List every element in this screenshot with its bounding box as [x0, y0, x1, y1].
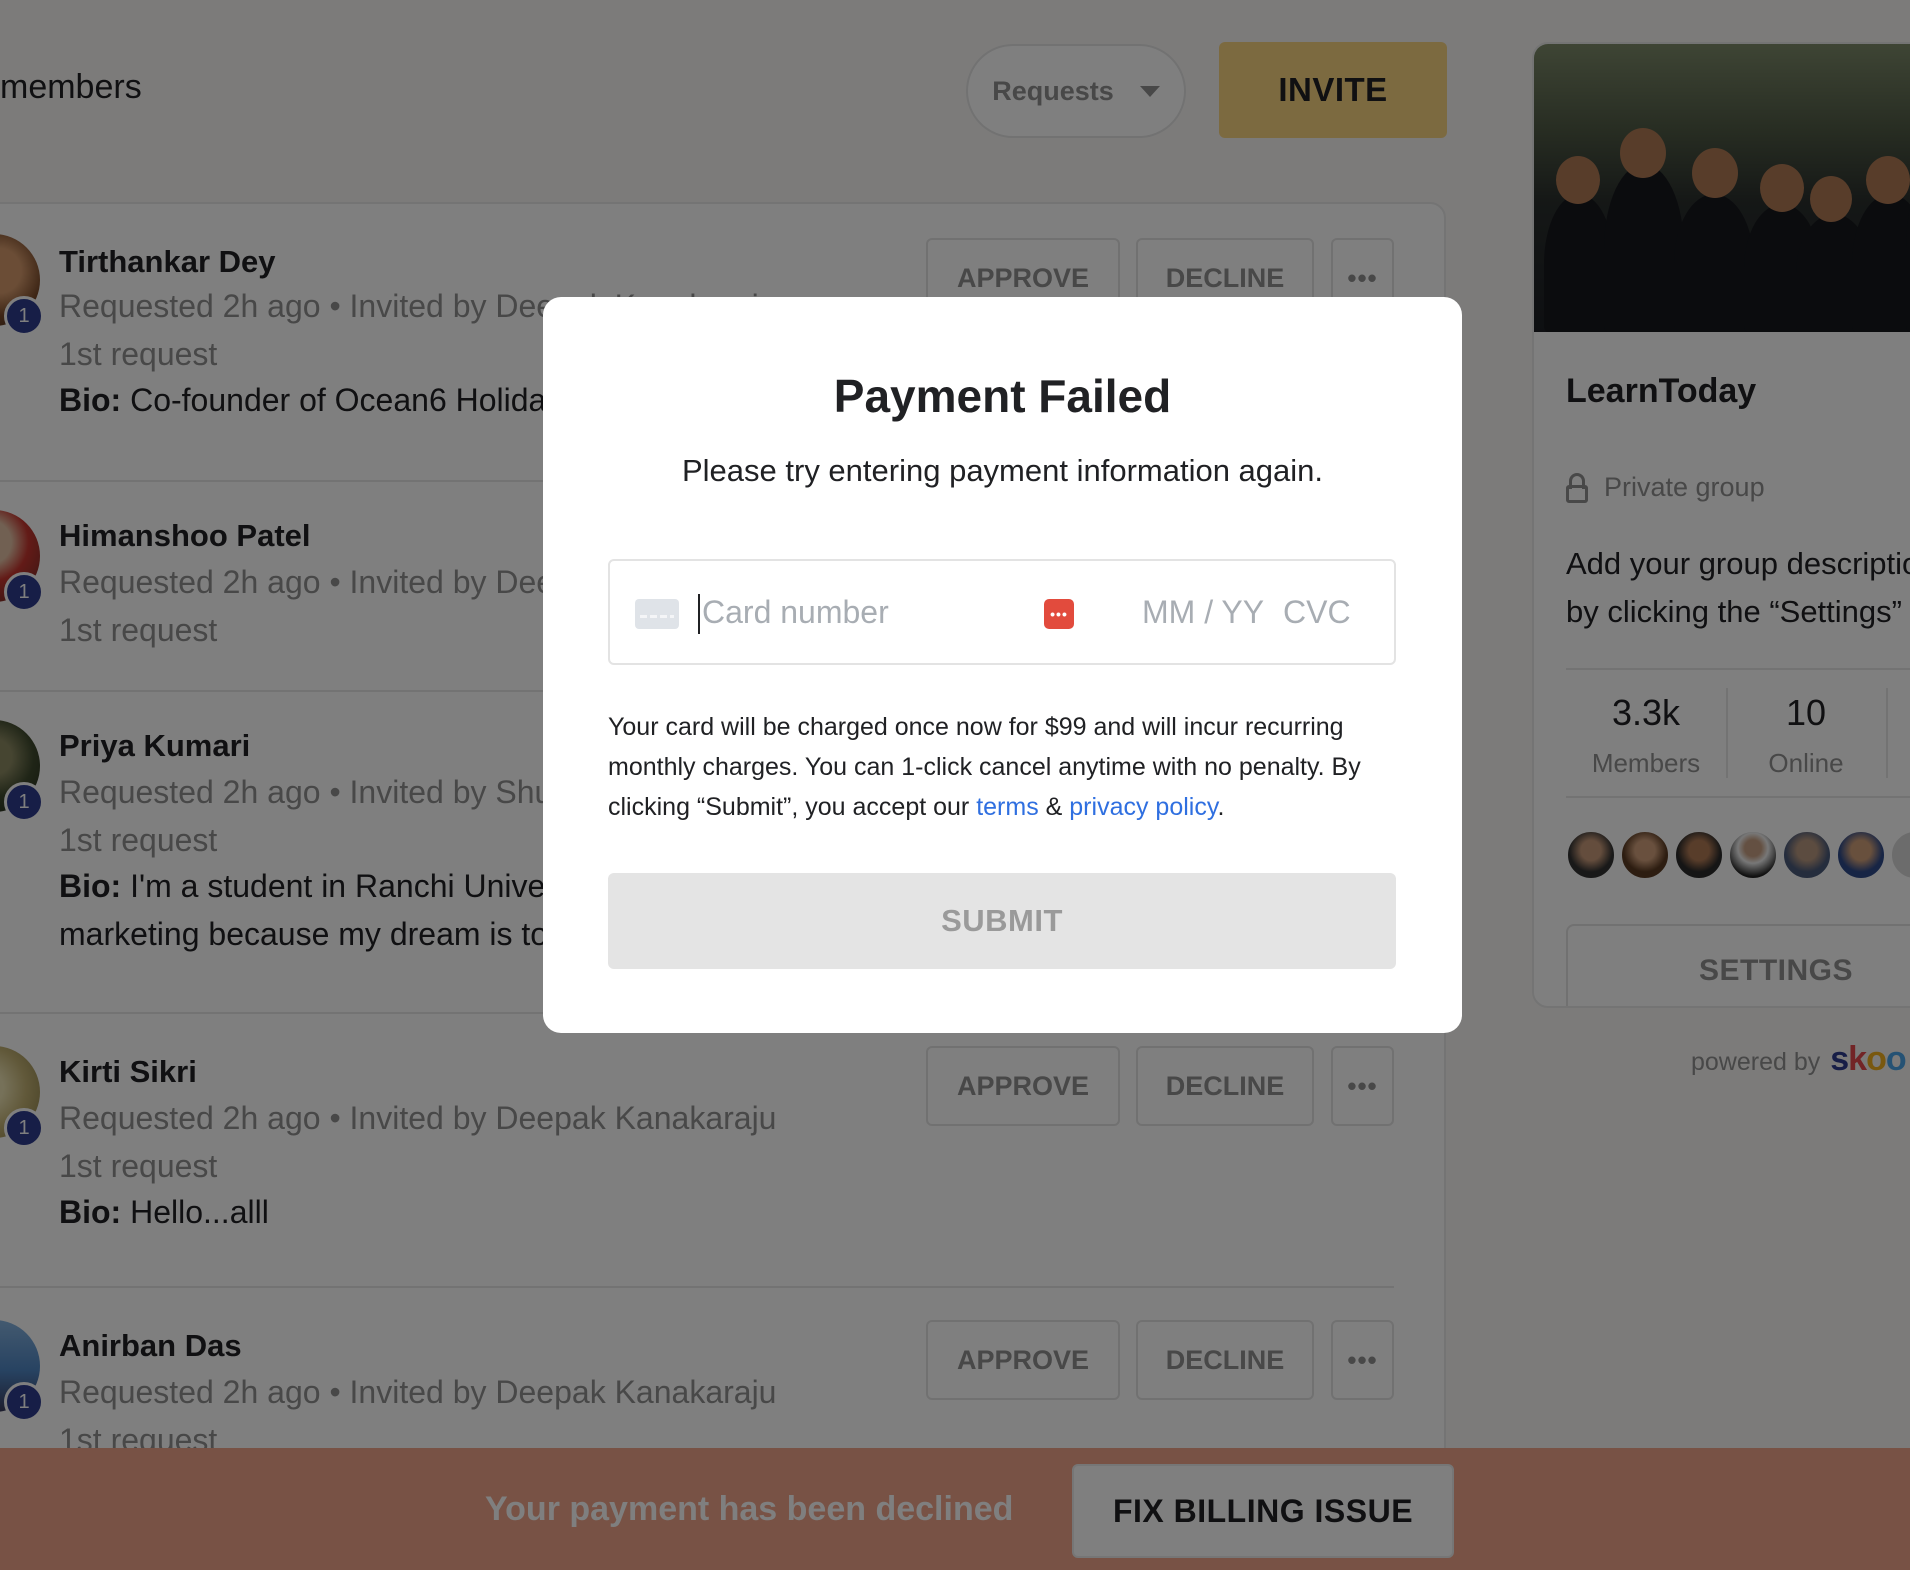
text-cursor [698, 594, 700, 634]
terms-link[interactable]: terms [976, 793, 1039, 821]
credit-card-icon [635, 599, 679, 629]
cvc-field[interactable]: CVC [1283, 594, 1351, 631]
privacy-policy-link[interactable]: privacy policy [1069, 793, 1217, 821]
modal-title: Payment Failed [833, 370, 1172, 422]
modal-subtitle: Please try entering payment information … [681, 453, 1324, 488]
autofill-icon[interactable]: ••• [1044, 599, 1074, 629]
card-number-field[interactable]: Card number [702, 594, 889, 631]
billing-terms: Your card will be charged once now for $… [608, 707, 1408, 827]
card-input[interactable]: Card number ••• MM / YY CVC [608, 559, 1396, 665]
payment-failed-modal: Payment Failed Please try entering payme… [543, 297, 1462, 1033]
terms-amp: & [1038, 793, 1070, 821]
terms-end: . [1217, 793, 1225, 821]
submit-button[interactable]: SUBMIT [608, 873, 1396, 969]
expiry-field[interactable]: MM / YY [1142, 594, 1264, 631]
